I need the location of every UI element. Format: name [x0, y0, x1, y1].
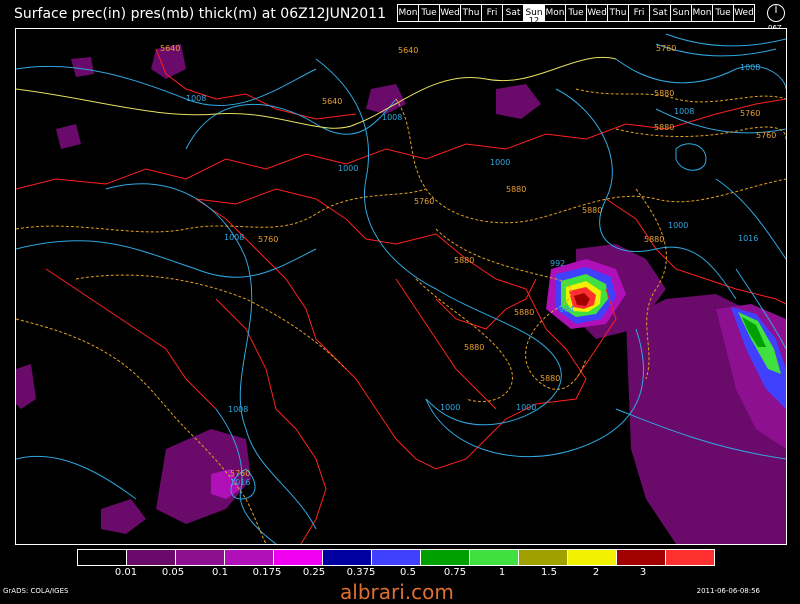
- isobar-label: 1016: [230, 478, 250, 487]
- thickness-label: 5880: [514, 308, 534, 317]
- day-8[interactable]: Tue: [565, 4, 587, 22]
- day-3[interactable]: Thu: [460, 4, 482, 22]
- legend-swatch: [224, 549, 274, 566]
- legend-tick: 3: [639, 567, 647, 578]
- legend-swatch: [567, 549, 617, 566]
- isobar-label: 1000: [490, 158, 510, 167]
- day-15[interactable]: Tue: [712, 4, 734, 22]
- isobar-label: 1000: [440, 403, 460, 412]
- thickness-label: 5760: [230, 469, 250, 478]
- legend-swatch: [175, 549, 225, 566]
- thickness-label: 5880: [464, 343, 484, 352]
- isobar-label: 1000: [338, 164, 358, 173]
- clock-icon: [767, 4, 785, 22]
- legend-swatch: [420, 549, 470, 566]
- day-6[interactable]: Sun 12: [523, 4, 545, 25]
- isobar-label: 1008: [674, 107, 694, 116]
- thickness-label: 5640: [322, 97, 342, 106]
- thickness-label: 5880: [454, 256, 474, 265]
- isobar-label: 1016: [738, 234, 758, 243]
- legend-swatch: [126, 549, 176, 566]
- legend-ticks: 0.01 0.05 0.1 0.175 0.25 0.375 0.5 0.75 1 1.5 2 3: [78, 567, 728, 579]
- legend-swatch: [273, 549, 323, 566]
- day-11[interactable]: Fri: [628, 4, 650, 22]
- legend-tick: 0.5: [400, 567, 416, 578]
- legend-swatch: [371, 549, 421, 566]
- thickness-label: 5640: [398, 46, 418, 55]
- isobar-label: 1008: [740, 63, 760, 72]
- thickness-label: 5880: [644, 235, 664, 244]
- isobar-label: 1008: [186, 94, 206, 103]
- legend-swatch: [469, 549, 519, 566]
- legend-tick: 0.05: [161, 567, 185, 578]
- day-selector: Mon Tue Wed Thu Fri Sat Sun 12 Mon Tue Wed Thu Fri Sa…: [397, 4, 755, 25]
- day-12[interactable]: Sat: [649, 4, 671, 22]
- thickness-label: 5760: [258, 235, 278, 244]
- legend-swatch: [665, 549, 715, 566]
- day-9[interactable]: Wed: [586, 4, 608, 22]
- legend-swatch: [322, 549, 372, 566]
- legend-tick: 1: [498, 567, 506, 578]
- isobar-label: 1008: [224, 233, 244, 242]
- site-watermark: albrari.com: [340, 580, 454, 604]
- thickness-label: 5760: [740, 109, 760, 118]
- day-4[interactable]: Fri: [481, 4, 503, 22]
- isobar-label: 992: [550, 259, 565, 268]
- selected-day-number: 12: [528, 16, 540, 25]
- isobar-label: 1008: [382, 113, 402, 122]
- isobar-label: 984: [559, 305, 574, 314]
- legend-tick: 0.1: [212, 567, 228, 578]
- isobar-label: 1000: [668, 221, 688, 230]
- weather-map: 1008 1008 1000 1008 1008 1000 1000 1000 …: [15, 28, 787, 545]
- map-canvas: 1008 1008 1000 1008 1008 1000 1000 1000 …: [16, 33, 786, 544]
- thickness-label: 5640: [160, 44, 180, 53]
- isobar-label: 1008: [228, 405, 248, 414]
- legend-swatch: [77, 549, 127, 566]
- thickness-label: 5880: [654, 123, 674, 132]
- thickness-label: 5880: [582, 206, 602, 215]
- day-16[interactable]: Wed: [733, 4, 755, 22]
- grads-credit: GrADS: COLA/IGES: [3, 587, 69, 595]
- day-0[interactable]: Mon: [397, 4, 419, 22]
- legend-tick: 0.25: [302, 567, 326, 578]
- legend-tick: 0.75: [443, 567, 467, 578]
- day-10[interactable]: Thu: [607, 4, 629, 22]
- map-title: Surface prec(in) pres(mb) thick(m) at 06…: [14, 6, 386, 22]
- legend-tick: 1.5: [541, 567, 557, 578]
- isobar-label: 1000: [516, 403, 536, 412]
- timestamp: 2011-06-06-08:56: [696, 587, 760, 595]
- legend-tick: 0.01: [114, 567, 138, 578]
- day-1[interactable]: Tue: [418, 4, 440, 22]
- thickness-label: 5880: [506, 185, 526, 194]
- legend-swatch: [518, 549, 568, 566]
- thickness-label: 5760: [756, 131, 776, 140]
- thickness-label: 5880: [654, 89, 674, 98]
- legend-tick: 2: [592, 567, 600, 578]
- day-5[interactable]: Sat: [502, 4, 524, 22]
- precip-legend: [77, 549, 715, 566]
- day-13[interactable]: Sun: [670, 4, 692, 22]
- day-14[interactable]: Mon: [691, 4, 713, 22]
- day-7[interactable]: Mon: [544, 4, 566, 22]
- thickness-label: 5760: [414, 197, 434, 206]
- thickness-label: 5760: [656, 44, 676, 53]
- legend-tick: 0.175: [252, 567, 282, 578]
- legend-swatch: [616, 549, 666, 566]
- legend-tick: 0.375: [346, 567, 376, 578]
- thickness-label: 5880: [540, 374, 560, 383]
- day-2[interactable]: Wed: [439, 4, 461, 22]
